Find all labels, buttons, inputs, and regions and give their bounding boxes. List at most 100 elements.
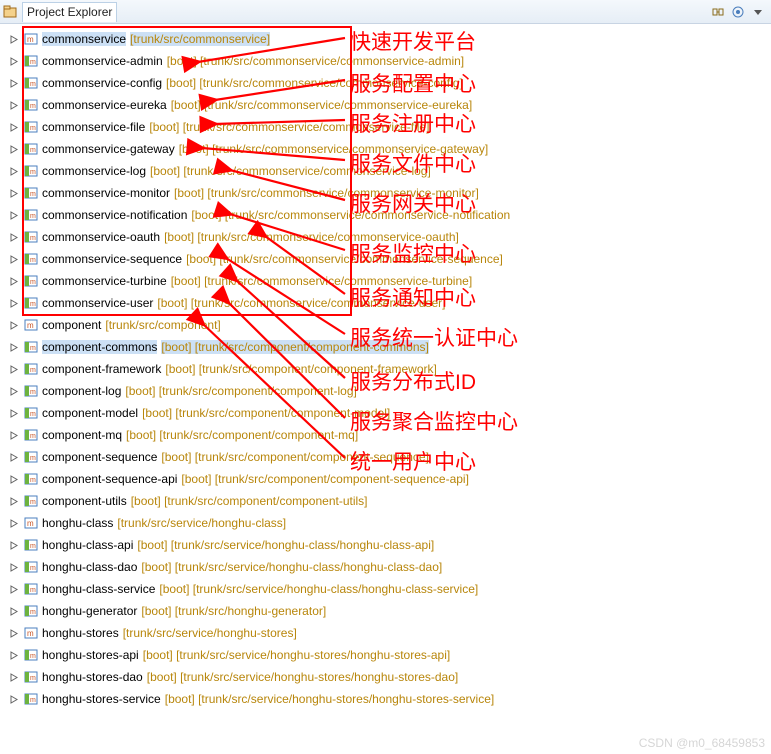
expand-arrow-icon[interactable]: [8, 363, 20, 375]
tree-item[interactable]: mhonghu-class[trunk/src/service/honghu-c…: [4, 512, 771, 534]
tree-item[interactable]: mcommonservice-notification[boot] [trunk…: [4, 204, 771, 226]
project-name: commonservice-admin: [42, 54, 163, 68]
focus-task-button[interactable]: [729, 3, 747, 21]
expand-arrow-icon[interactable]: [8, 231, 20, 243]
project-name: component-utils: [42, 494, 127, 508]
expand-arrow-icon[interactable]: [8, 561, 20, 573]
tree-item[interactable]: mcommonservice-monitor[boot] [trunk/src/…: [4, 182, 771, 204]
expand-arrow-icon[interactable]: [8, 77, 20, 89]
expand-arrow-icon[interactable]: [8, 99, 20, 111]
tree-item[interactable]: mhonghu-stores[trunk/src/service/honghu-…: [4, 622, 771, 644]
spring-boot-project-icon: m: [23, 97, 39, 113]
project-name: component: [42, 318, 101, 332]
project-path-label: [boot] [trunk/src/service/honghu-class/h…: [141, 560, 442, 574]
tree-item[interactable]: mhonghu-generator[boot] [trunk/src/hongh…: [4, 600, 771, 622]
spring-boot-project-icon: m: [23, 559, 39, 575]
project-name: honghu-class-dao: [42, 560, 137, 574]
expand-arrow-icon[interactable]: [8, 539, 20, 551]
expand-arrow-icon[interactable]: [8, 341, 20, 353]
tree-item[interactable]: mcommonservice-oauth[boot] [trunk/src/co…: [4, 226, 771, 248]
tree-item[interactable]: mcomponent-utils[boot] [trunk/src/compon…: [4, 490, 771, 512]
project-name: component-model: [42, 406, 138, 420]
tree-item[interactable]: mcomponent-log[boot] [trunk/src/componen…: [4, 380, 771, 402]
tree-item[interactable]: mcommonservice-sequence[boot] [trunk/src…: [4, 248, 771, 270]
expand-arrow-icon[interactable]: [8, 517, 20, 529]
spring-boot-project-icon: m: [23, 207, 39, 223]
project-name: honghu-stores-api: [42, 648, 139, 662]
expand-arrow-icon[interactable]: [8, 209, 20, 221]
project-path-label: [boot] [trunk/src/commonservice/commonse…: [191, 208, 510, 222]
tree-item[interactable]: mcommonservice-turbine[boot] [trunk/src/…: [4, 270, 771, 292]
tree-item[interactable]: mhonghu-class-api[boot] [trunk/src/servi…: [4, 534, 771, 556]
svg-text:m: m: [30, 147, 36, 154]
tree-item[interactable]: mcommonservice-file[boot] [trunk/src/com…: [4, 116, 771, 138]
expand-arrow-icon[interactable]: [8, 473, 20, 485]
tree-item[interactable]: mcomponent-sequence-api[boot] [trunk/src…: [4, 468, 771, 490]
tree-item[interactable]: mcomponent-sequence[boot] [trunk/src/com…: [4, 446, 771, 468]
expand-arrow-icon[interactable]: [8, 451, 20, 463]
tree-item[interactable]: mcommonservice-admin[boot] [trunk/src/co…: [4, 50, 771, 72]
expand-arrow-icon[interactable]: [8, 297, 20, 309]
expand-arrow-icon[interactable]: [8, 253, 20, 265]
spring-boot-project-icon: m: [23, 295, 39, 311]
svg-text:m: m: [30, 59, 36, 66]
project-name: honghu-stores-dao: [42, 670, 143, 684]
tree-item[interactable]: mcommonservice-eureka[boot] [trunk/src/c…: [4, 94, 771, 116]
project-path-label: [boot] [trunk/src/commonservice/commonse…: [166, 76, 463, 90]
spring-boot-project-icon: m: [23, 581, 39, 597]
expand-arrow-icon[interactable]: [8, 671, 20, 683]
expand-arrow-icon[interactable]: [8, 605, 20, 617]
tree-item[interactable]: mhonghu-stores-service[boot] [trunk/src/…: [4, 688, 771, 710]
tree-item[interactable]: mcommonservice[trunk/src/commonservice]: [4, 28, 771, 50]
tree-item[interactable]: mhonghu-stores-dao[boot] [trunk/src/serv…: [4, 666, 771, 688]
svg-text:m: m: [30, 675, 36, 682]
expand-arrow-icon[interactable]: [8, 187, 20, 199]
project-path-label: [boot] [trunk/src/commonservice/commonse…: [164, 230, 459, 244]
svg-text:m: m: [30, 213, 36, 220]
tree-item[interactable]: mcommonservice-config[boot] [trunk/src/c…: [4, 72, 771, 94]
expand-arrow-icon[interactable]: [8, 495, 20, 507]
spring-boot-project-icon: m: [23, 229, 39, 245]
tree-item[interactable]: mcomponent-commons[boot] [trunk/src/comp…: [4, 336, 771, 358]
maven-project-icon: m: [23, 317, 39, 333]
expand-arrow-icon[interactable]: [8, 693, 20, 705]
tree-item[interactable]: mhonghu-class-dao [boot] [trunk/src/servi…: [4, 556, 771, 578]
project-tree[interactable]: m commonservice [trunk/src/commonservice] m…: [0, 24, 771, 710]
expand-arrow-icon[interactable]: [8, 55, 20, 67]
expand-arrow-icon[interactable]: [8, 275, 20, 287]
expand-arrow-icon[interactable]: [8, 385, 20, 397]
svg-text:m: m: [30, 653, 36, 660]
svg-text:m: m: [27, 519, 34, 528]
expand-arrow-icon[interactable]: [8, 319, 20, 331]
spring-boot-project-icon: m: [23, 185, 39, 201]
expand-arrow-icon[interactable]: [8, 121, 20, 133]
tree-item[interactable]: mcommonservice-log[boot] [trunk/src/comm…: [4, 160, 771, 182]
tree-item[interactable]: mcomponent-mq[boot] [trunk/src/component…: [4, 424, 771, 446]
tree-item[interactable]: mhonghu-stores-api[boot] [trunk/src/serv…: [4, 644, 771, 666]
svg-text:m: m: [30, 477, 36, 484]
svg-text:m: m: [30, 125, 36, 132]
project-name: commonservice: [42, 32, 126, 46]
expand-arrow-icon[interactable]: [8, 649, 20, 661]
expand-arrow-icon[interactable]: [8, 627, 20, 639]
expand-arrow-icon[interactable]: [8, 165, 20, 177]
svg-text:m: m: [30, 367, 36, 374]
expand-arrow-icon[interactable]: [8, 429, 20, 441]
expand-arrow-icon[interactable]: [8, 143, 20, 155]
project-path-label: [trunk/src/commonservice]: [130, 32, 270, 46]
view-title[interactable]: Project Explorer: [22, 2, 117, 22]
expand-arrow-icon[interactable]: [8, 583, 20, 595]
tree-item[interactable]: mcomponent [trunk/src/component]: [4, 314, 771, 336]
project-path-label: [trunk/src/component]: [105, 318, 220, 332]
spring-boot-project-icon: m: [23, 273, 39, 289]
view-menu-button[interactable]: [749, 3, 767, 21]
tree-item[interactable]: mcommonservice-gateway[boot] [trunk/src/…: [4, 138, 771, 160]
tree-item[interactable]: mcomponent-framework[boot] [trunk/src/co…: [4, 358, 771, 380]
tree-item[interactable]: mcommonservice-user[boot] [trunk/src/com…: [4, 292, 771, 314]
tree-item[interactable]: mhonghu-class-service[boot] [trunk/src/s…: [4, 578, 771, 600]
svg-text:m: m: [30, 587, 36, 594]
expand-arrow-icon[interactable]: [8, 407, 20, 419]
expand-arrow-icon[interactable]: [8, 33, 20, 45]
link-with-editor-button[interactable]: [709, 3, 727, 21]
tree-item[interactable]: mcomponent-model[boot] [trunk/src/compon…: [4, 402, 771, 424]
